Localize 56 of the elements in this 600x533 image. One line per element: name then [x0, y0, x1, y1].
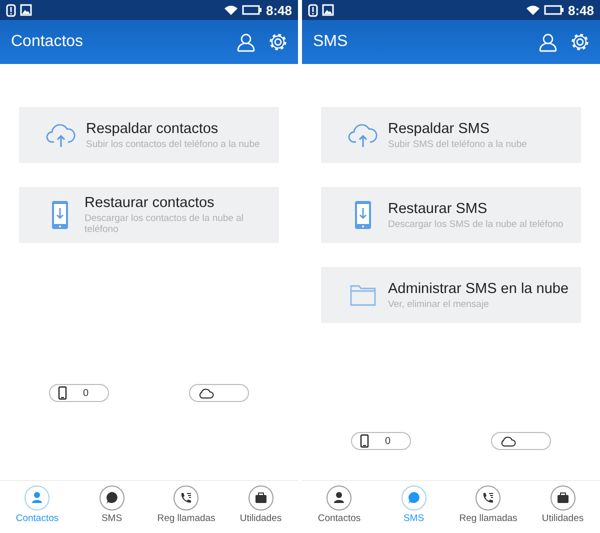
- phone-call-icon: [173, 485, 200, 511]
- person-icon: [326, 485, 352, 511]
- action-card[interactable]: Respaldar SMS Subir SMS del teléfono a la nube: [321, 107, 581, 163]
- nav-tab[interactable]: SMS: [74, 485, 149, 524]
- person-icon: [24, 485, 50, 511]
- cloud-icon: [198, 388, 214, 398]
- action-description: Descargar los contactos de la nube al teléfono: [84, 213, 244, 235]
- action-card[interactable]: Restaurar contactos Descargar los contactos de la nube al teléfono: [19, 187, 279, 243]
- settings-icon[interactable]: [570, 32, 590, 52]
- screen-title: Contactos: [11, 33, 84, 51]
- nav-tab[interactable]: Utilidades: [526, 485, 600, 524]
- nav-tab[interactable]: Reg llamadas: [451, 485, 526, 524]
- clock-time: 8:48: [266, 2, 292, 18]
- phone-call-icon: [475, 485, 502, 511]
- phone-download-icon: [51, 200, 70, 230]
- count-value: 0: [385, 436, 391, 446]
- wifi-icon: [224, 4, 238, 16]
- action-title: Restaurar contactos: [84, 195, 216, 211]
- action-card[interactable]: Restaurar SMS Descargar los SMS de la nube al teléfono: [321, 187, 581, 243]
- chat-icon: [400, 485, 427, 511]
- alert-icon: [308, 4, 318, 16]
- count-value: 0: [83, 388, 89, 398]
- image-icon: [322, 4, 334, 16]
- action-description: Subir SMS del teléfono a la nube: [388, 138, 527, 150]
- wifi-icon: [526, 4, 540, 16]
- folder-icon: [350, 284, 376, 306]
- phone-icon: [58, 386, 67, 400]
- cloud-upload-icon: [348, 122, 378, 148]
- clock-time: 8:48: [568, 2, 594, 18]
- phone-download-icon: [354, 200, 372, 230]
- action-title: Respaldar contactos: [86, 120, 220, 136]
- settings-icon[interactable]: [268, 32, 288, 52]
- briefcase-icon: [248, 485, 274, 511]
- cloud-icon: [500, 436, 516, 446]
- action-card[interactable]: Administrar SMS en la nube Ver, eliminar el mensaje: [321, 267, 581, 323]
- battery-icon: [544, 5, 564, 15]
- profile-icon[interactable]: [538, 32, 558, 52]
- nav-tab[interactable]: Contactos: [302, 485, 376, 524]
- action-description: Ver, eliminar el mensaje: [388, 298, 490, 310]
- nav-tab[interactable]: Reg llamadas: [149, 485, 224, 524]
- nav-tab[interactable]: Utilidades: [224, 485, 298, 524]
- screen-title: SMS: [313, 33, 348, 51]
- action-title: Respaldar SMS: [388, 120, 491, 136]
- phone-icon: [360, 434, 369, 448]
- profile-icon[interactable]: [236, 32, 256, 52]
- action-title: Administrar SMS en la nube: [388, 280, 569, 296]
- action-title: Restaurar SMS: [388, 200, 488, 216]
- action-description: Descargar los SMS de la nube al teléfono: [388, 218, 564, 230]
- chat-icon: [98, 485, 125, 511]
- cloud-upload-icon: [46, 122, 76, 148]
- action-card[interactable]: Respaldar contactos Subir los contactos del teléfono a la nube: [19, 107, 279, 163]
- image-icon: [20, 4, 32, 16]
- action-description: Subir los contactos del teléfono a la nube: [86, 138, 260, 150]
- briefcase-icon: [550, 485, 576, 511]
- alert-icon: [6, 4, 16, 16]
- battery-icon: [242, 5, 262, 15]
